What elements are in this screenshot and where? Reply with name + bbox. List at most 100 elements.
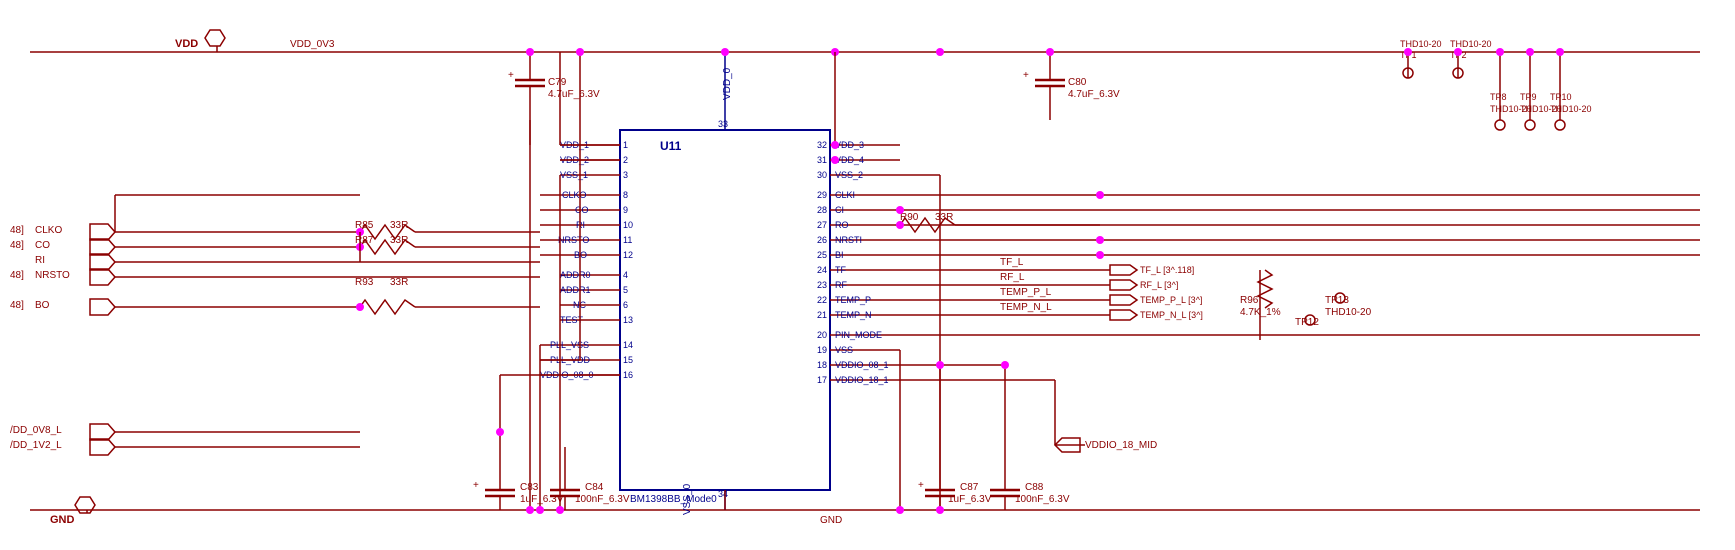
svg-text:34: 34 xyxy=(718,489,728,499)
svg-text:CLKO: CLKO xyxy=(562,190,587,200)
svg-text:22: 22 xyxy=(817,295,827,305)
svg-text:24: 24 xyxy=(817,265,827,275)
svg-text:48]: 48] xyxy=(10,240,24,251)
svg-text:TP8: TP8 xyxy=(1490,92,1507,102)
svg-text:NRSTI: NRSTI xyxy=(835,235,862,245)
svg-text:48]: 48] xyxy=(10,225,24,236)
svg-text:RF_L: RF_L xyxy=(1000,272,1025,283)
svg-text:15: 15 xyxy=(623,355,633,365)
svg-text:1uF_6.3V: 1uF_6.3V xyxy=(948,494,992,505)
svg-text:TEMP_N: TEMP_N xyxy=(835,310,872,320)
svg-text:100nF_6.3V: 100nF_6.3V xyxy=(575,494,630,505)
svg-text:TEMP_P: TEMP_P xyxy=(835,295,871,305)
svg-text:R96: R96 xyxy=(1240,295,1259,306)
svg-text:28: 28 xyxy=(817,205,827,215)
svg-text:29: 29 xyxy=(817,190,827,200)
svg-text:31: 31 xyxy=(817,155,827,165)
svg-text:BI: BI xyxy=(835,250,844,260)
svg-text:TF: TF xyxy=(835,265,846,275)
svg-text:4: 4 xyxy=(623,270,628,280)
svg-text:4.7uF_6.3V: 4.7uF_6.3V xyxy=(1068,89,1120,100)
svg-text:VDDIO_08_1: VDDIO_08_1 xyxy=(835,360,889,370)
svg-text:4.7uF_6.3V: 4.7uF_6.3V xyxy=(548,89,600,100)
svg-text:VDD_3: VDD_3 xyxy=(835,140,864,150)
svg-text:TP13: TP13 xyxy=(1325,295,1349,306)
svg-text:TP10: TP10 xyxy=(1550,92,1572,102)
svg-text:/DD_0V8_L: /DD_0V8_L xyxy=(10,425,62,436)
svg-text:RF_L [3^]: RF_L [3^] xyxy=(1140,280,1178,290)
svg-text:C87: C87 xyxy=(960,482,979,493)
svg-text:VDD_0V3: VDD_0V3 xyxy=(290,39,335,50)
svg-text:16: 16 xyxy=(623,370,633,380)
svg-text:RI: RI xyxy=(35,255,45,266)
svg-text:GND: GND xyxy=(820,515,842,526)
svg-text:THD10-20: THD10-20 xyxy=(1400,39,1442,49)
svg-text:1: 1 xyxy=(623,140,628,150)
svg-text:19: 19 xyxy=(817,345,827,355)
svg-text:11: 11 xyxy=(623,235,632,245)
svg-text:17: 17 xyxy=(817,375,827,385)
svg-text:TEMP_P_L: TEMP_P_L xyxy=(1000,287,1052,298)
svg-text:PLL_VSS: PLL_VSS xyxy=(550,340,589,350)
svg-text:+: + xyxy=(1023,70,1029,81)
svg-text:13: 13 xyxy=(623,315,633,325)
svg-text:THD10-20: THD10-20 xyxy=(1450,39,1492,49)
svg-text:/DD_1V2_L: /DD_1V2_L xyxy=(10,440,62,451)
svg-text:48]: 48] xyxy=(10,300,24,311)
svg-text:21: 21 xyxy=(817,310,827,320)
svg-text:GND: GND xyxy=(50,514,75,526)
svg-text:VSS_1: VSS_1 xyxy=(560,170,588,180)
svg-text:CO: CO xyxy=(575,205,589,215)
svg-text:THD10-20: THD10-20 xyxy=(1325,307,1372,318)
svg-text:BO: BO xyxy=(35,300,50,311)
svg-text:TF_L [3^.118]: TF_L [3^.118] xyxy=(1140,265,1194,275)
svg-text:20: 20 xyxy=(817,330,827,340)
svg-text:C79: C79 xyxy=(548,77,567,88)
svg-text:100nF_6.3V: 100nF_6.3V xyxy=(1015,494,1070,505)
svg-text:5: 5 xyxy=(623,285,628,295)
svg-text:VDDIO_18_1: VDDIO_18_1 xyxy=(835,375,889,385)
svg-text:48]: 48] xyxy=(10,270,24,281)
svg-text:C88: C88 xyxy=(1025,482,1044,493)
svg-text:CLKO: CLKO xyxy=(35,225,62,236)
svg-text:VSS: VSS xyxy=(835,345,853,355)
svg-text:3: 3 xyxy=(623,170,628,180)
svg-text:33: 33 xyxy=(718,119,728,129)
svg-text:33R: 33R xyxy=(390,277,408,288)
svg-text:TP9: TP9 xyxy=(1520,92,1537,102)
svg-text:26: 26 xyxy=(817,235,827,245)
svg-text:14: 14 xyxy=(623,340,633,350)
svg-text:R93: R93 xyxy=(355,277,374,288)
svg-text:30: 30 xyxy=(817,170,827,180)
svg-text:2: 2 xyxy=(623,155,628,165)
svg-text:PIN_MODE: PIN_MODE xyxy=(835,330,882,340)
svg-text:6: 6 xyxy=(623,300,628,310)
svg-text:+: + xyxy=(918,480,924,491)
svg-text:THD10-20: THD10-20 xyxy=(1550,104,1592,114)
svg-text:TF_L: TF_L xyxy=(1000,257,1024,268)
svg-text:9: 9 xyxy=(623,205,628,215)
svg-text:U11: U11 xyxy=(660,139,682,153)
svg-text:RO: RO xyxy=(835,220,849,230)
svg-text:VDD_0: VDD_0 xyxy=(722,67,733,100)
svg-text:18: 18 xyxy=(817,360,827,370)
svg-text:NRSTO: NRSTO xyxy=(558,235,589,245)
svg-text:CI: CI xyxy=(835,205,844,215)
svg-text:ADDR1: ADDR1 xyxy=(560,285,591,295)
svg-text:TEMP_N_L [3^]: TEMP_N_L [3^] xyxy=(1140,310,1203,320)
svg-text:VSS_2: VSS_2 xyxy=(835,170,863,180)
svg-text:TEMP_N_L: TEMP_N_L xyxy=(1000,302,1052,313)
svg-text:25: 25 xyxy=(817,250,827,260)
svg-text:10: 10 xyxy=(623,220,633,230)
svg-text:NRSTO: NRSTO xyxy=(35,270,70,281)
svg-text:TEMP_P_L [3^]: TEMP_P_L [3^] xyxy=(1140,295,1202,305)
svg-text:C80: C80 xyxy=(1068,77,1087,88)
svg-text:VDDIO_18_MID: VDDIO_18_MID xyxy=(1085,440,1157,451)
svg-text:ADDR0: ADDR0 xyxy=(560,270,591,280)
svg-text:TP12: TP12 xyxy=(1295,317,1319,328)
svg-text:23: 23 xyxy=(817,280,827,290)
svg-text:C84: C84 xyxy=(585,482,604,493)
svg-text:RF: RF xyxy=(835,280,847,290)
svg-text:CO: CO xyxy=(35,240,50,251)
svg-text:BM1398BB_Mode0: BM1398BB_Mode0 xyxy=(630,494,717,505)
